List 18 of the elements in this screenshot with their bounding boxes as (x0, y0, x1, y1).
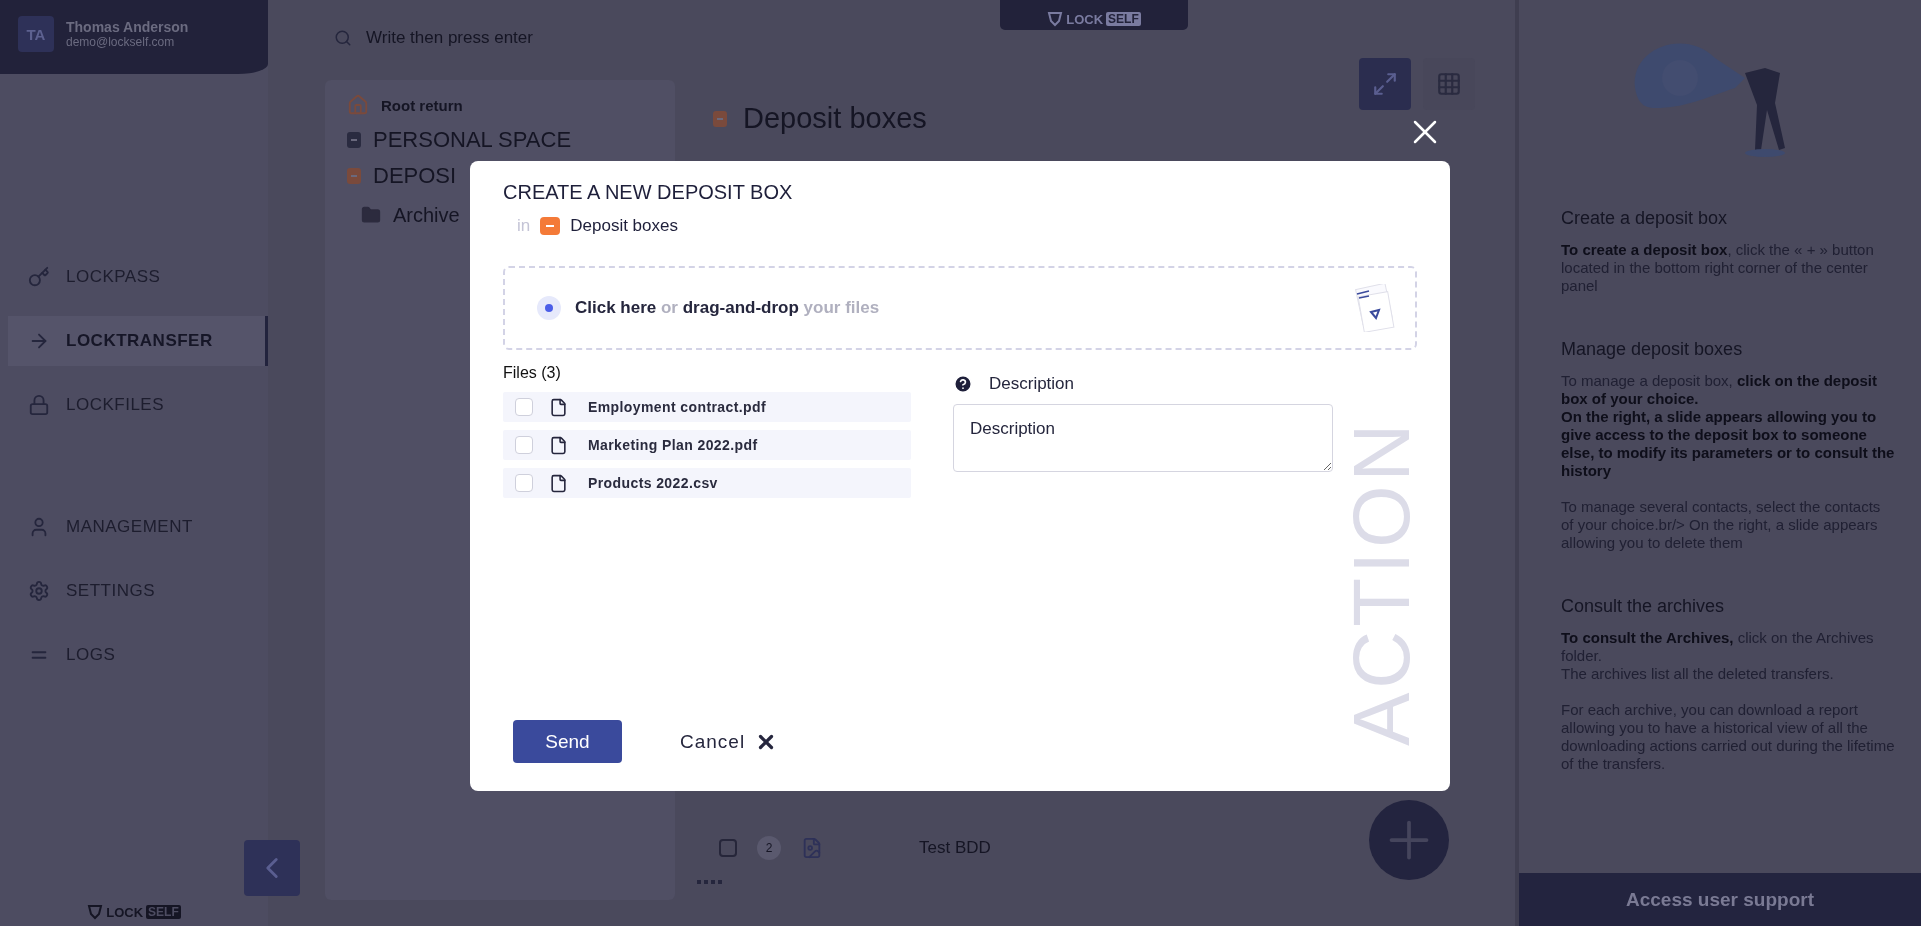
location-prefix: in (517, 216, 531, 236)
location-name: Deposit boxes (570, 216, 678, 236)
help-text: On the right, a slide appears allowing you to give access to the deposit box to someone else, to modify its parameters or to consult the history (1561, 408, 1895, 480)
brand-logo: LOCK SELF (87, 904, 181, 920)
files-title: Files (3) (503, 364, 562, 382)
help-heading: Create a deposit box (1561, 208, 1729, 229)
description-label: Description (989, 374, 1075, 394)
user-avatar: TA (18, 16, 54, 52)
user-name: Thomas Anderson (66, 19, 189, 35)
help-heading: Consult the archives (1561, 596, 1726, 617)
modal-title: CREATE A NEW DEPOSIT BOX (503, 181, 794, 204)
deposit-name: Test BDD (919, 838, 991, 858)
page-title: Deposit boxes (743, 102, 927, 135)
brand-logo: LOCK SELF (1047, 11, 1141, 27)
count-badge: 2 (757, 836, 781, 860)
user-email: demo@lockself.com (66, 35, 176, 49)
nav-label: LOCKTRANSFER (66, 331, 213, 351)
help-heading: Manage deposit boxes (1561, 339, 1744, 360)
